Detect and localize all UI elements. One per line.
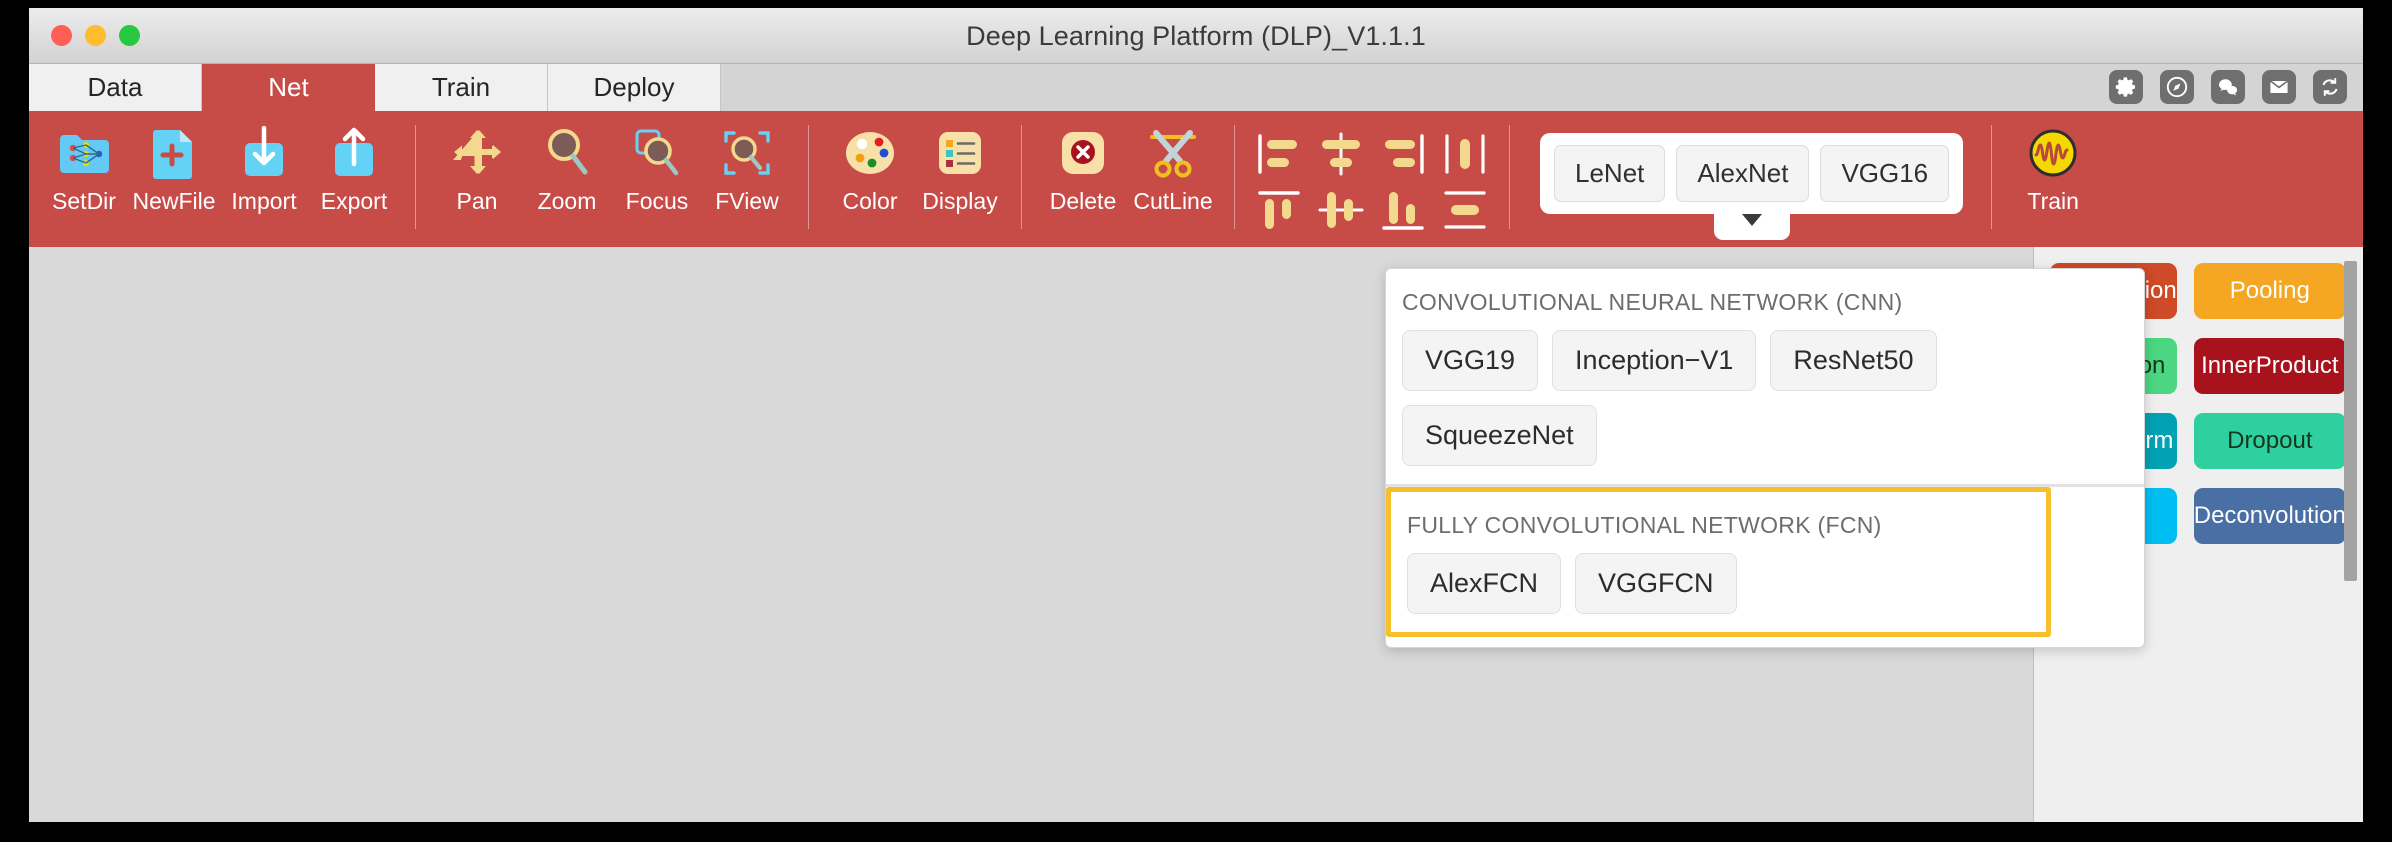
network-preset-box: LeNet AlexNet VGG16 — [1540, 133, 1963, 214]
dropdown-vggfcn-button[interactable]: VGGFCN — [1575, 553, 1737, 614]
layer-innerproduct-button[interactable]: InnerProduct — [2194, 338, 2346, 394]
align-left-icon[interactable] — [1251, 128, 1307, 180]
toolbar-label: NewFile — [132, 188, 215, 215]
toolbar-label: Train — [2027, 188, 2079, 215]
dropdown-section-cnn: CONVOLUTIONAL NEURAL NETWORK (CNN) VGG19… — [1386, 269, 2144, 484]
align-middle-vertical-icon[interactable] — [1313, 184, 1369, 236]
align-center-horizontal-icon[interactable] — [1313, 128, 1369, 180]
align-bottom-icon[interactable] — [1375, 184, 1431, 236]
toolbar-setdir-button[interactable]: SetDir — [39, 111, 129, 231]
toolbar-display-button[interactable]: Display — [915, 111, 1005, 231]
toolbar-fview-button[interactable]: FView — [702, 111, 792, 231]
components-panel-scrollbar[interactable] — [2344, 261, 2357, 581]
toolbar-pan-button[interactable]: Pan — [432, 111, 522, 231]
chevron-down-icon — [1742, 214, 1762, 226]
title-bar: Deep Learning Platform (DLP)_V1.1.1 — [29, 8, 2363, 64]
toolbar-color-button[interactable]: Color — [825, 111, 915, 231]
toolbar-label: FView — [715, 188, 779, 215]
tab-train[interactable]: Train — [375, 64, 548, 111]
toolbar-label: Export — [321, 188, 387, 215]
waveform-icon — [2027, 124, 2079, 182]
toolbar-separator — [1021, 125, 1022, 229]
toolbar-label: Focus — [626, 188, 689, 215]
toolbar-separator — [808, 125, 809, 229]
toolbar-label: Zoom — [538, 188, 597, 215]
toolbar-label: Pan — [457, 188, 498, 215]
toolbar-group-file: SetDir NewFile — [39, 111, 399, 247]
dropdown-vgg19-button[interactable]: VGG19 — [1402, 330, 1538, 391]
preset-alexnet-button[interactable]: AlexNet — [1676, 145, 1809, 202]
toolbar-group-align — [1251, 128, 1493, 236]
tab-data[interactable]: Data — [29, 64, 202, 111]
toolbar-label: Import — [231, 188, 296, 215]
preset-vgg16-button[interactable]: VGG16 — [1820, 145, 1949, 202]
layer-dropout-button[interactable]: Dropout — [2194, 413, 2346, 469]
tab-deploy[interactable]: Deploy — [548, 64, 721, 111]
dropdown-section-items: AlexFCN VGGFCN — [1407, 553, 2030, 614]
toolbar-separator — [1991, 125, 1992, 229]
titlebar-icon-row — [2109, 70, 2347, 104]
toolbar-group-style: Color Display — [825, 111, 1005, 247]
fview-icon — [721, 124, 773, 182]
folder-network-icon — [57, 124, 111, 182]
toolbar-export-button[interactable]: Export — [309, 111, 399, 231]
toolbar-label: CutLine — [1133, 188, 1212, 215]
dropdown-section-title: CONVOLUTIONAL NEURAL NETWORK (CNN) — [1402, 289, 2128, 316]
toolbar-zoom-button[interactable]: Zoom — [522, 111, 612, 231]
toolbar-label: Display — [922, 188, 997, 215]
toolbar-focus-button[interactable]: Focus — [612, 111, 702, 231]
toolbar-separator — [1509, 125, 1510, 229]
toolbar-import-button[interactable]: Import — [219, 111, 309, 231]
dropdown-inception-v1-button[interactable]: Inception−V1 — [1552, 330, 1756, 391]
main-toolbar: SetDir NewFile — [29, 111, 2363, 247]
dropdown-section-fcn: FULLY CONVOLUTIONAL NETWORK (FCN) AlexFC… — [1386, 487, 2051, 637]
toolbar-label: Delete — [1050, 188, 1116, 215]
toolbar-separator — [1234, 125, 1235, 229]
pan-icon — [452, 124, 502, 182]
list-display-icon — [935, 124, 985, 182]
distribute-vertical-icon[interactable] — [1437, 184, 1493, 236]
refresh-icon[interactable] — [2313, 70, 2347, 104]
toolbar-separator — [415, 125, 416, 229]
layer-pooling-button[interactable]: Pooling — [2194, 263, 2346, 319]
palette-icon — [844, 124, 896, 182]
zoom-icon — [542, 124, 592, 182]
dropdown-squeezenet-button[interactable]: SqueezeNet — [1402, 405, 1597, 466]
toolbar-newfile-button[interactable]: NewFile — [129, 111, 219, 231]
tab-net[interactable]: Net — [202, 64, 375, 111]
toolbar-group-edit: Delete CutLine — [1038, 111, 1218, 247]
dropdown-alexfcn-button[interactable]: AlexFCN — [1407, 553, 1561, 614]
main-tab-bar: Data Net Train Deploy — [29, 64, 2363, 111]
compass-icon[interactable] — [2160, 70, 2194, 104]
network-preset-dropdown-toggle[interactable] — [1714, 212, 1790, 240]
dropdown-resnet50-button[interactable]: ResNet50 — [1770, 330, 1936, 391]
scissors-icon — [1146, 124, 1200, 182]
export-icon — [329, 124, 379, 182]
new-file-icon — [150, 124, 198, 182]
window-title: Deep Learning Platform (DLP)_V1.1.1 — [29, 21, 2363, 52]
dropdown-section-title: FULLY CONVOLUTIONAL NETWORK (FCN) — [1407, 512, 2030, 539]
align-right-icon[interactable] — [1375, 128, 1431, 180]
network-preset-group: LeNet AlexNet VGG16 — [1540, 133, 1963, 214]
import-icon — [239, 124, 289, 182]
align-top-icon[interactable] — [1251, 184, 1307, 236]
toolbar-delete-button[interactable]: Delete — [1038, 111, 1128, 231]
chat-icon[interactable] — [2211, 70, 2245, 104]
toolbar-label: SetDir — [52, 188, 116, 215]
layer-deconvolution-button[interactable]: Deconvolution — [2194, 488, 2346, 544]
toolbar-cutline-button[interactable]: CutLine — [1128, 111, 1218, 231]
toolbar-train-button[interactable]: Train — [2008, 111, 2098, 231]
gear-icon[interactable] — [2109, 70, 2143, 104]
focus-icon — [631, 124, 683, 182]
network-preset-dropdown-panel: CONVOLUTIONAL NEURAL NETWORK (CNN) VGG19… — [1385, 268, 2145, 648]
toolbar-group-view: Pan Zoom — [432, 111, 792, 247]
preset-lenet-button[interactable]: LeNet — [1554, 145, 1665, 202]
mail-icon[interactable] — [2262, 70, 2296, 104]
delete-icon — [1058, 124, 1108, 182]
dropdown-section-items: VGG19 Inception−V1 ResNet50 SqueezeNet — [1402, 330, 2128, 466]
distribute-horizontal-icon[interactable] — [1437, 128, 1493, 180]
toolbar-label: Color — [843, 188, 898, 215]
